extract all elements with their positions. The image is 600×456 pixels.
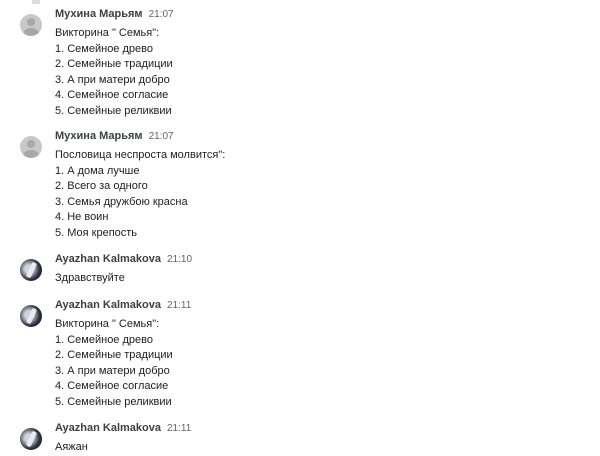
chat-message-list: Мухина Марьям 21:07 Викторина " Семья": 1… <box>0 0 600 453</box>
message-line: 1. Семейное древо <box>55 42 153 55</box>
message-line: Пословица неспроста молвится": <box>55 149 226 161</box>
message-line: 5. Семейные реликвии <box>55 104 172 117</box>
message-line: 4. Семейное согласие <box>55 380 169 392</box>
profile-photo <box>25 261 38 279</box>
message-text: Здравствуйте <box>55 271 125 287</box>
message-author: Ayazhan Kalmakova 21:11 <box>55 299 191 311</box>
message-time: 21:10 <box>166 254 193 265</box>
message-time: 21:11 <box>166 423 192 434</box>
author-name: Мухина Марьям <box>55 8 143 20</box>
message-text: Пословица неспроста молвится": 1. А дома… <box>55 148 225 241</box>
message-line: 2. Всего за одного <box>55 180 148 192</box>
message-line: 1. А дома лучше <box>55 164 140 177</box>
message-line: 5. Семейные реликвии <box>55 395 172 408</box>
message-line: 4. Не воин <box>55 211 109 223</box>
avatar[interactable] <box>20 259 42 281</box>
default-person-icon <box>27 18 35 26</box>
message-line: 3. Семья дружбою красна <box>55 195 188 208</box>
message-text: Аяжан <box>55 440 88 456</box>
message-line: 2. Семейные традиции <box>55 349 173 361</box>
message-text: Викторина " Семья": 1. Семейное древо 2.… <box>55 317 173 410</box>
default-person-icon <box>27 140 35 148</box>
message-line: Викторина " Семья": <box>55 27 160 39</box>
profile-photo <box>25 307 38 325</box>
message-author: Ayazhan Kalmakova 21:11 <box>55 422 191 434</box>
message-line: Аяжан <box>55 441 88 453</box>
message-line: 1. Семейное древо <box>55 333 153 346</box>
message-line: 3. А при матери добро <box>55 364 170 377</box>
message-line: Викторина " Семья": <box>55 318 160 330</box>
author-name: Ayazhan Kalmakova <box>55 299 161 311</box>
avatar[interactable] <box>20 428 42 450</box>
message-text: Викторина " Семья": 1. Семейное древо 2.… <box>55 26 173 119</box>
profile-photo <box>25 430 38 448</box>
message-line: Здравствуйте <box>55 272 125 284</box>
message-author: Ayazhan Kalmakova 21:10 <box>55 253 192 265</box>
avatar[interactable] <box>20 14 42 36</box>
message-time: 21:07 <box>148 131 174 142</box>
author-name: Ayazhan Kalmakova <box>55 253 161 265</box>
avatar[interactable] <box>20 136 42 158</box>
message-line: 3. А при матери добро <box>55 73 170 86</box>
message-time: 21:11 <box>166 300 192 311</box>
message-time: 21:07 <box>148 9 174 20</box>
avatar[interactable] <box>20 305 42 327</box>
message-line: 2. Семейные традиции <box>55 58 173 70</box>
author-name: Ayazhan Kalmakova <box>55 422 161 434</box>
message-author: Мухина Марьям 21:07 <box>55 8 174 20</box>
message-line: 4. Семейное согласие <box>55 89 169 101</box>
author-name: Мухина Марьям <box>55 130 143 142</box>
message-line: 5. Моя крепость <box>55 226 138 239</box>
message-author: Мухина Марьям 21:07 <box>55 130 174 142</box>
